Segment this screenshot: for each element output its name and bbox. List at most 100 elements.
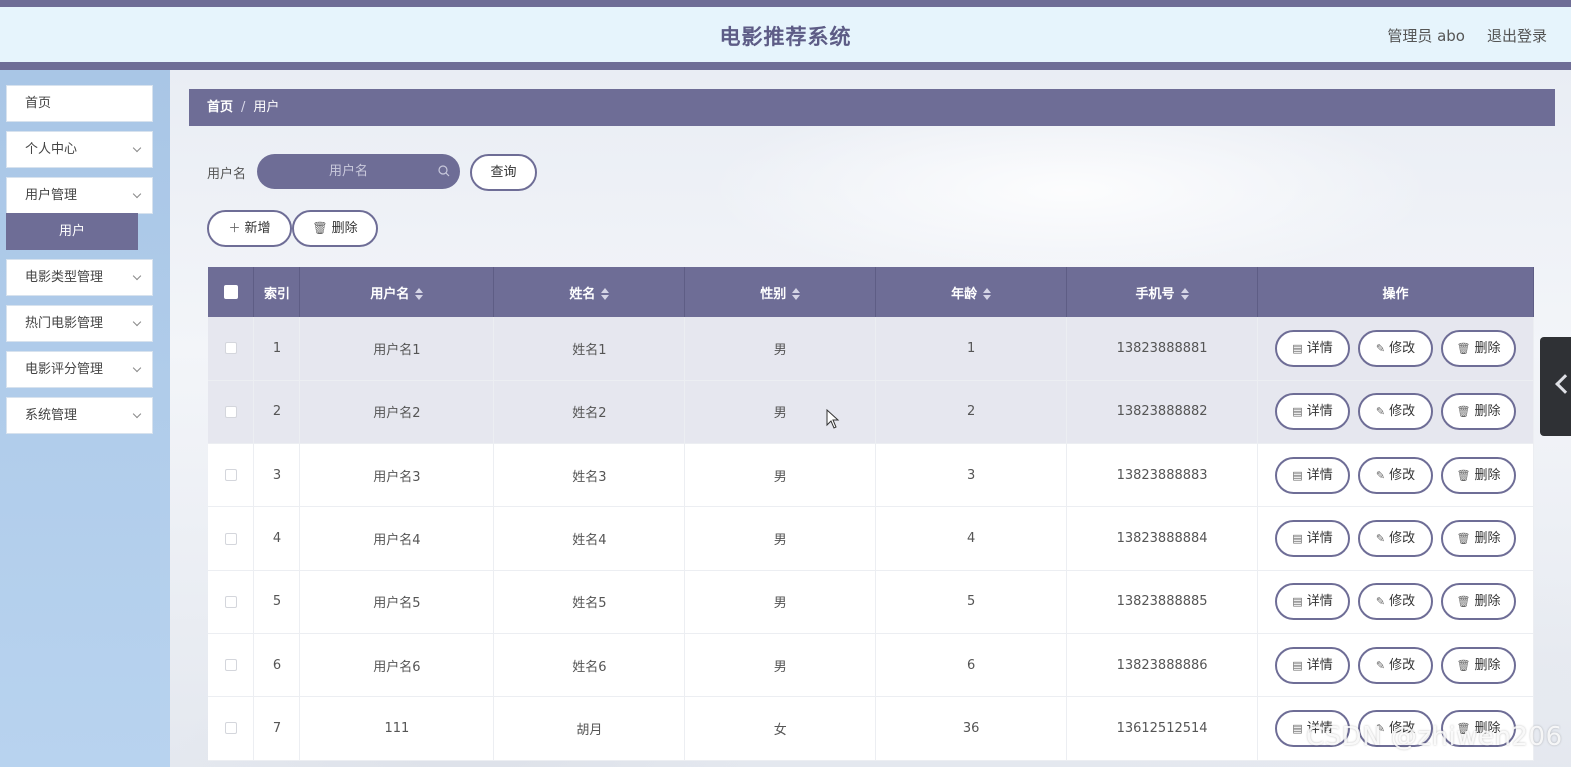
- cell-name: 姓名6: [493, 633, 686, 698]
- select-all-checkbox[interactable]: [223, 285, 238, 299]
- cell-index: 4: [253, 506, 301, 571]
- col-age[interactable]: 年龄: [875, 267, 1068, 317]
- sort-icon[interactable]: [415, 288, 424, 300]
- row-select-cell: [208, 696, 255, 761]
- row-select-cell: [208, 633, 255, 698]
- query-button[interactable]: 查询: [470, 154, 537, 191]
- sidebar-item-label: 系统管理: [25, 408, 78, 423]
- detail-button[interactable]: ▤ 详情: [1275, 583, 1351, 621]
- delete-button-label: 删除: [1474, 657, 1501, 673]
- sidebar-item-movie-rating-management[interactable]: 电影评分管理: [6, 351, 153, 388]
- delete-button[interactable]: 🗑 删除: [1441, 583, 1517, 621]
- delete-button[interactable]: 🗑 删除: [1441, 520, 1517, 558]
- detail-button[interactable]: ▤ 详情: [1275, 329, 1351, 367]
- sort-icon[interactable]: [1180, 288, 1189, 300]
- pencil-icon: ✎: [1375, 532, 1386, 546]
- edit-button[interactable]: ✎ 修改: [1358, 456, 1434, 494]
- cell-index: 1: [253, 317, 301, 381]
- trash-icon: 🗑: [1456, 341, 1471, 355]
- cell-username: 用户名5: [299, 570, 495, 634]
- row-select-cell: [208, 506, 255, 571]
- row-checkbox[interactable]: [224, 405, 237, 418]
- row-checkbox[interactable]: [224, 659, 237, 672]
- delete-button[interactable]: 🗑 删除: [1441, 393, 1517, 431]
- trash-icon: 🗑: [312, 221, 328, 235]
- row-checkbox[interactable]: [224, 469, 237, 482]
- pencil-icon: ✎: [1375, 468, 1386, 482]
- sort-icon[interactable]: [601, 288, 610, 300]
- edit-button[interactable]: ✎ 修改: [1358, 393, 1434, 431]
- cell-phone: 13823888886: [1066, 633, 1259, 698]
- document-icon: ▤: [1292, 468, 1303, 482]
- sidebar-item-user-management[interactable]: 用户管理: [6, 177, 153, 214]
- edit-button-label: 修改: [1389, 657, 1416, 673]
- sort-icon[interactable]: [792, 288, 801, 300]
- delete-button-label: 删除: [331, 221, 358, 236]
- detail-button[interactable]: ▤ 详情: [1275, 393, 1351, 431]
- batch-delete-button[interactable]: 🗑 删除: [292, 210, 378, 247]
- detail-button-label: 详情: [1306, 657, 1333, 673]
- sidebar-item-hot-movie-management[interactable]: 热门电影管理: [6, 305, 153, 342]
- delete-button-label: 删除: [1474, 531, 1501, 547]
- document-icon: ▤: [1292, 532, 1303, 546]
- row-checkbox[interactable]: [224, 342, 237, 355]
- edit-button[interactable]: ✎ 修改: [1358, 583, 1434, 621]
- cell-phone: 13823888884: [1066, 506, 1259, 571]
- pencil-icon: ✎: [1375, 341, 1386, 355]
- cell-gender: 女: [684, 696, 877, 761]
- cell-phone: 13612512514: [1066, 696, 1259, 761]
- breadcrumb-home[interactable]: 首页: [207, 100, 233, 115]
- cell-gender: 男: [684, 317, 877, 381]
- delete-button[interactable]: 🗑 删除: [1441, 646, 1517, 684]
- chevron-down-icon: [132, 271, 142, 281]
- cell-name: 姓名4: [493, 506, 686, 571]
- col-phone[interactable]: 手机号: [1066, 267, 1259, 317]
- edit-button-label: 修改: [1389, 467, 1416, 483]
- detail-button[interactable]: ▤ 详情: [1275, 646, 1351, 684]
- detail-button[interactable]: ▤ 详情: [1275, 456, 1351, 494]
- edit-button[interactable]: ✎ 修改: [1358, 329, 1434, 367]
- select-all-cell: [208, 267, 255, 317]
- row-checkbox[interactable]: [224, 722, 237, 735]
- row-checkbox[interactable]: [224, 595, 237, 608]
- add-button[interactable]: ＋新增: [207, 210, 292, 247]
- detail-button-label: 详情: [1306, 340, 1333, 356]
- plus-icon: ＋: [228, 221, 241, 235]
- sidebar-subitem-users[interactable]: 用户: [6, 213, 138, 250]
- edit-button-label: 修改: [1389, 594, 1416, 610]
- side-panel-toggle[interactable]: [1540, 337, 1571, 436]
- sidebar-item-system-management[interactable]: 系统管理: [6, 397, 153, 434]
- table-row: 3 用户名3 姓名3 男 3 13823888883 ▤ 详情 ✎ 修改 🗑 删除: [208, 443, 1534, 508]
- delete-button[interactable]: 🗑 删除: [1441, 456, 1517, 494]
- breadcrumb: 首页 / 用户: [189, 89, 1555, 126]
- sort-icon[interactable]: [983, 288, 992, 300]
- sidebar-item-label: 电影评分管理: [25, 362, 104, 377]
- sidebar-item-movie-type-management[interactable]: 电影类型管理: [6, 259, 153, 296]
- sidebar-item-home[interactable]: 首页: [6, 85, 153, 122]
- cell-gender: 男: [684, 570, 877, 634]
- edit-button[interactable]: ✎ 修改: [1358, 646, 1434, 684]
- table-row: 2 用户名2 姓名2 男 2 13823888882 ▤ 详情 ✎ 修改 🗑 删除: [208, 380, 1534, 445]
- cell-gender: 男: [684, 633, 877, 698]
- col-phone-label: 手机号: [1135, 286, 1175, 302]
- detail-button[interactable]: ▤ 详情: [1275, 520, 1351, 558]
- row-checkbox[interactable]: [224, 532, 237, 545]
- search-input[interactable]: [257, 154, 460, 189]
- table-header-row: 索引 用户名 姓名 性别 年龄 手机号 操作: [208, 267, 1534, 317]
- cell-username: 用户名3: [299, 443, 495, 508]
- chevron-down-icon: [132, 363, 142, 373]
- edit-button[interactable]: ✎ 修改: [1358, 520, 1434, 558]
- row-select-cell: [208, 443, 255, 508]
- col-name[interactable]: 姓名: [493, 267, 686, 317]
- cell-name: 胡月: [493, 696, 686, 761]
- logout-link[interactable]: 退出登录: [1487, 25, 1547, 46]
- trash-icon: 🗑: [1456, 532, 1471, 546]
- row-select-cell: [208, 570, 255, 634]
- cell-actions: ▤ 详情 ✎ 修改 🗑 删除: [1257, 570, 1534, 634]
- delete-button[interactable]: 🗑 删除: [1441, 329, 1517, 367]
- cell-age: 4: [875, 506, 1068, 571]
- col-username[interactable]: 用户名: [299, 267, 495, 317]
- cell-name: 姓名3: [493, 443, 686, 508]
- col-gender[interactable]: 性别: [684, 267, 877, 317]
- sidebar-item-personal-center[interactable]: 个人中心: [6, 131, 153, 168]
